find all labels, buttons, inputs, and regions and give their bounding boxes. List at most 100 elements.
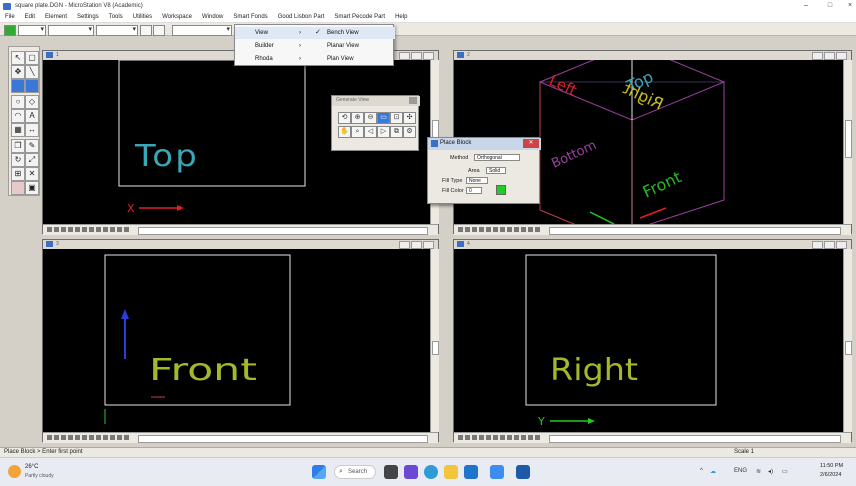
delete-icon[interactable]: ✕	[25, 167, 39, 181]
menu-good-lisbon-part[interactable]: Good Lisbon Part	[273, 14, 330, 20]
store-icon[interactable]	[464, 465, 478, 479]
horizontal-scrollbar[interactable]	[138, 227, 428, 235]
start-icon[interactable]	[312, 465, 326, 479]
file-explorer-icon[interactable]	[444, 465, 458, 479]
copy-icon[interactable]: ❐	[11, 139, 25, 153]
style-select[interactable]	[96, 25, 138, 36]
polygon-icon[interactable]: ◇	[25, 95, 39, 109]
menu-element[interactable]: Element	[40, 14, 72, 20]
window-area-icon[interactable]: ▭	[377, 112, 390, 124]
view-maximize-button[interactable]	[411, 52, 422, 60]
view-maximize-button[interactable]	[824, 52, 835, 60]
fill-type-select[interactable]: None	[466, 177, 488, 184]
select-icon[interactable]: ↖	[11, 51, 25, 65]
view-minimize-button[interactable]	[812, 52, 823, 60]
view-canvas-right[interactable]: Right Y	[454, 249, 843, 432]
menu-window[interactable]: Window	[197, 14, 228, 20]
view-maximize-button[interactable]	[824, 241, 835, 249]
microstation-icon[interactable]	[490, 465, 504, 479]
submenu-item-plan-view[interactable]: Plan View	[327, 53, 354, 65]
horizontal-scrollbar[interactable]	[549, 435, 841, 443]
attributes-icon[interactable]	[153, 25, 165, 36]
block-icon[interactable]	[11, 79, 25, 93]
zoom-icon[interactable]: ⌕	[351, 126, 364, 138]
view-close-button[interactable]	[836, 241, 847, 249]
attribute-field[interactable]	[172, 25, 232, 36]
weather-icon[interactable]	[8, 465, 21, 478]
view-maximize-button[interactable]	[411, 241, 422, 249]
arc-icon[interactable]: ◠	[11, 109, 25, 123]
drop-icon[interactable]	[11, 181, 25, 195]
rotate-icon[interactable]: ↻	[11, 153, 25, 167]
measure-icon[interactable]: ⊞	[11, 167, 25, 181]
menu-item-rhoda[interactable]: Rhoda › Plan View	[235, 53, 395, 65]
pan-view-icon[interactable]: ✋	[338, 126, 351, 138]
zoom-in-icon[interactable]: ⊕	[351, 112, 364, 124]
update-view-icon[interactable]: ⟲	[338, 112, 351, 124]
close-button[interactable]: ×	[838, 0, 856, 12]
wifi-icon[interactable]: ≋	[756, 468, 761, 475]
fill-icon[interactable]: ▣	[25, 181, 39, 195]
fill-color-field[interactable]: 0	[466, 187, 482, 194]
weather-desc[interactable]: Partly cloudy	[25, 473, 54, 479]
level-color-button[interactable]	[4, 25, 16, 36]
fill-color-swatch[interactable]	[496, 185, 506, 195]
copy-view-icon[interactable]: ⧉	[390, 126, 403, 138]
menu-smart-pecode-part[interactable]: Smart Pecode Part	[329, 14, 390, 20]
menu-settings[interactable]: Settings	[72, 14, 104, 20]
submenu-item-bench-view[interactable]: Bench View	[327, 27, 359, 39]
level-select[interactable]	[18, 25, 46, 36]
view-attributes-icon[interactable]: ⚙	[403, 126, 416, 138]
menu-item-builder[interactable]: Builder › Planar View	[235, 40, 395, 52]
view-close-button[interactable]	[836, 52, 847, 60]
view-next-icon[interactable]: ▷	[377, 126, 390, 138]
zoom-out-icon[interactable]: ⊖	[364, 112, 377, 124]
view-close-button[interactable]	[423, 52, 434, 60]
tray-chevron-icon[interactable]: ^	[700, 468, 703, 474]
app-icon-taskbar[interactable]	[516, 465, 530, 479]
task-view-icon[interactable]	[384, 465, 398, 479]
method-select[interactable]: Orthogonal	[474, 154, 520, 161]
menu-utilities[interactable]: Utilities	[128, 14, 157, 20]
view-scrollbar[interactable]	[430, 249, 439, 432]
view-close-button[interactable]	[423, 241, 434, 249]
dimension-icon[interactable]: ↔	[25, 123, 39, 137]
weight-button[interactable]	[140, 25, 152, 36]
view-minimize-button[interactable]	[399, 52, 410, 60]
rotate-view-icon[interactable]: ✣	[403, 112, 416, 124]
view-minimize-button[interactable]	[399, 241, 410, 249]
fence-icon[interactable]: ▢	[25, 51, 39, 65]
submenu-item-planar-view[interactable]: Planar View	[327, 40, 359, 52]
minimize-button[interactable]: –	[794, 0, 818, 12]
toolbox-close-button[interactable]	[409, 97, 417, 104]
menu-item-view[interactable]: View › ✓ Bench View	[235, 27, 395, 39]
text-icon[interactable]: A	[25, 109, 39, 123]
menu-workspace[interactable]: Workspace	[157, 14, 197, 20]
menu-tools[interactable]: Tools	[104, 14, 128, 20]
battery-icon[interactable]: ▭	[782, 468, 788, 475]
view-scrollbar[interactable]	[843, 249, 852, 432]
view-minimize-button[interactable]	[812, 241, 823, 249]
volume-icon[interactable]: ◂)	[768, 468, 773, 475]
move-icon[interactable]: ✥	[11, 65, 25, 79]
line-icon[interactable]: ╲	[25, 65, 39, 79]
menu-file[interactable]: File	[0, 14, 20, 20]
menu-edit[interactable]: Edit	[20, 14, 40, 20]
menu-help[interactable]: Help	[390, 14, 412, 20]
color-select[interactable]	[48, 25, 94, 36]
dialog-close-button[interactable]: ✕	[523, 139, 539, 148]
weather-temp[interactable]: 26°C	[25, 464, 38, 470]
circle-icon[interactable]: ○	[11, 95, 25, 109]
area-select[interactable]: Solid	[486, 167, 506, 174]
scale-label[interactable]: Scale 1	[734, 449, 754, 455]
edge-icon[interactable]	[424, 465, 438, 479]
fit-view-icon[interactable]: ⊡	[390, 112, 403, 124]
clock-date[interactable]: 2/6/2024	[820, 472, 841, 478]
view-scrollbar[interactable]	[843, 60, 852, 224]
scale-icon[interactable]: ⤢	[25, 153, 39, 167]
view-canvas-front[interactable]: Front	[43, 249, 430, 432]
search-box[interactable]: ⌕ Search	[334, 465, 376, 479]
horizontal-scrollbar[interactable]	[138, 435, 428, 443]
view-previous-icon[interactable]: ◁	[364, 126, 377, 138]
tray-lang[interactable]: ENG	[734, 468, 747, 474]
